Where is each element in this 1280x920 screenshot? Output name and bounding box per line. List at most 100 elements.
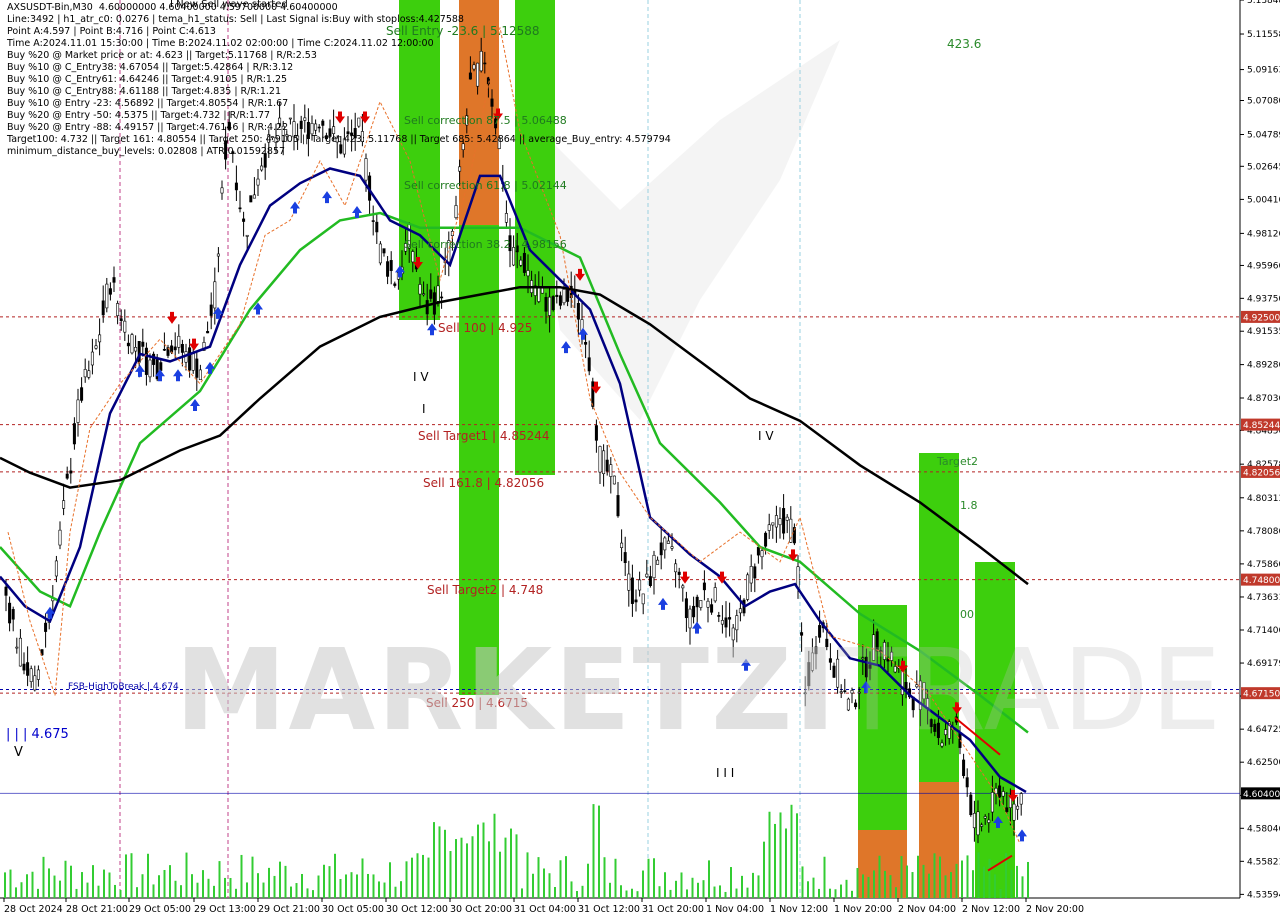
volume-bar [130, 853, 133, 898]
x-tick-label: 30 Oct 12:00 [386, 904, 448, 915]
volume-bar [37, 888, 39, 898]
candle-body [26, 662, 30, 676]
candle-body [958, 732, 962, 748]
y-tick-label: 4.62500 [1247, 758, 1280, 768]
candle-body [684, 598, 688, 619]
candle-body [850, 690, 854, 694]
volume-bar [845, 879, 848, 898]
volume-bar [262, 882, 265, 898]
candle-body [857, 691, 861, 694]
candle-body [706, 600, 710, 608]
candle-body [929, 719, 933, 727]
candle-body [1016, 805, 1020, 810]
volume-bar [20, 882, 23, 898]
candle-body [796, 566, 800, 589]
volume-bar [823, 856, 826, 898]
candle-body [681, 585, 685, 589]
volume-bar [466, 843, 468, 898]
candle-body [141, 341, 145, 347]
volume-bar [829, 888, 831, 898]
candle-body [558, 295, 562, 306]
volume-bar [818, 888, 820, 898]
volume-bar [609, 882, 611, 898]
volume-bar [180, 885, 182, 898]
candle-body [252, 194, 256, 199]
candle-body [144, 347, 148, 375]
volume-bar [592, 804, 595, 898]
volume-bar [191, 874, 193, 898]
x-tick-label: 29 Oct 21:00 [258, 904, 320, 915]
y-tick-label: 4.78086 [1247, 527, 1280, 537]
volume-bar [438, 826, 441, 898]
volume-bar [867, 876, 870, 898]
candle-body [652, 554, 656, 579]
volume-bar [680, 872, 683, 898]
volume-bar [97, 885, 100, 898]
candle-body [256, 178, 260, 186]
candle-body [15, 646, 19, 649]
candle-body [900, 670, 904, 695]
volume-bar [334, 853, 336, 898]
volume-bar [873, 870, 875, 898]
candle-body [987, 819, 991, 823]
candle-body [364, 158, 368, 181]
volume-bar [367, 873, 369, 898]
volume-bar [92, 865, 94, 898]
volume-bar [581, 885, 584, 898]
candle-body [29, 668, 33, 682]
candle-body [918, 680, 922, 710]
candle-body [695, 596, 699, 608]
x-tick-label: 31 Oct 12:00 [578, 904, 640, 915]
info-line: Buy %20 @ Entry -50: 4.5375 || Target:4.… [7, 110, 271, 121]
candle-body [634, 599, 638, 603]
level-price-tag: 4.74800 [1243, 576, 1280, 586]
candle-body [76, 399, 80, 423]
candle-body [555, 294, 559, 297]
volume-bar [889, 875, 892, 898]
volume-bar [741, 875, 743, 898]
info-line: Buy %10 @ C_Entry61: 4.64246 || Target:4… [7, 74, 288, 85]
candle-body [130, 334, 134, 354]
volume-bar [862, 874, 864, 898]
volume-bar [488, 841, 490, 898]
candle-body [101, 300, 105, 316]
volume-bar [675, 880, 677, 898]
candle-body [724, 617, 728, 628]
x-tick-label: 2 Nov 20:00 [1026, 904, 1084, 915]
volume-bar [779, 812, 782, 898]
y-tick-label: 4.80313 [1247, 494, 1280, 504]
candle-body [213, 281, 217, 309]
volume-bar [185, 852, 188, 898]
volume-bar [900, 856, 903, 898]
volume-bar [532, 873, 534, 898]
candle-body [818, 625, 822, 638]
volume-bar [328, 866, 331, 898]
candle-body [782, 508, 786, 534]
volume-bar [763, 841, 765, 898]
candle-body [648, 576, 652, 586]
candle-body [764, 532, 768, 547]
candle-body [544, 297, 548, 312]
candle-body [584, 341, 588, 345]
volume-bar [449, 851, 452, 898]
candle-body [1005, 807, 1009, 813]
candle-body [393, 283, 397, 286]
volume-bar [752, 872, 754, 898]
candle-body [605, 459, 609, 472]
volume-bar [537, 857, 540, 898]
y-tick-label: 5.07080 [1247, 96, 1280, 106]
candle-body [249, 195, 253, 203]
y-tick-label: 4.87036 [1247, 394, 1280, 404]
candle-body [620, 542, 624, 548]
volume-bar [75, 888, 78, 898]
level-label: Sell 161.8 | 4.82056 [423, 476, 544, 490]
info-line: Buy %10 @ C_Entry38: 4.67054 || Target:5… [7, 62, 294, 73]
volume-bar [757, 875, 760, 898]
y-tick-label: 5.04789 [1247, 130, 1280, 140]
volume-bar [169, 865, 171, 898]
volume-bar [1010, 869, 1013, 898]
candle-body [54, 560, 58, 577]
volume-bar [224, 877, 226, 898]
volume-bar [202, 870, 204, 898]
candle-body [1012, 803, 1016, 821]
